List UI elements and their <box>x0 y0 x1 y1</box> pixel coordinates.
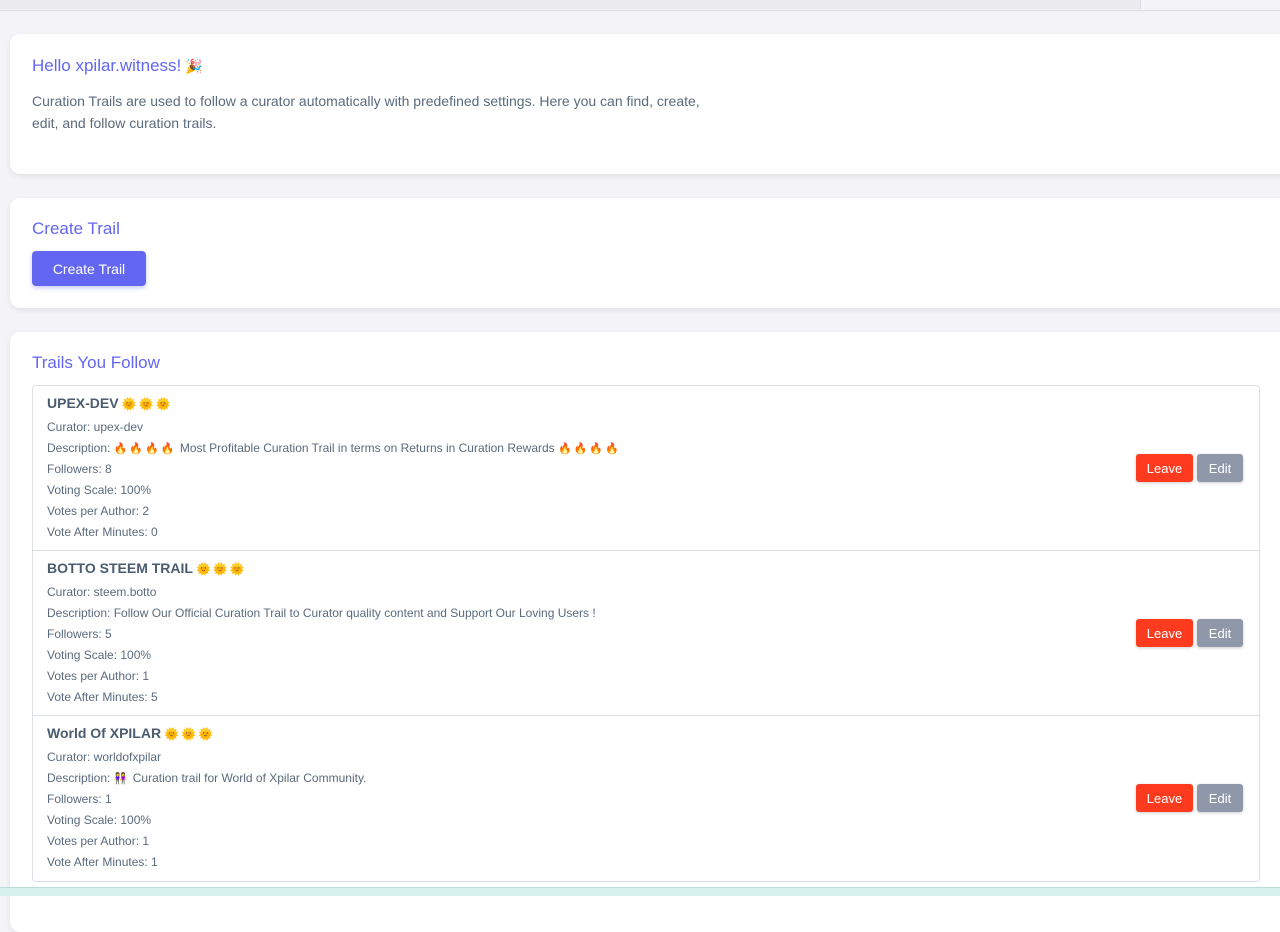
create-trail-button[interactable]: Create Trail <box>32 251 146 286</box>
trails-you-follow-card: Trails You Follow UPEX-DEV 🌞🌞🌞 Curator: u… <box>10 332 1280 932</box>
description-text: Follow Our Official Curation Trail to Cu… <box>113 606 596 620</box>
sun-badge-icons: 🌞🌞🌞 <box>121 397 173 411</box>
description-label: Description: <box>47 771 111 785</box>
welcome-heading: Hello xpilar.witness! 🎉 <box>32 56 203 76</box>
trail-item: BOTTO STEEM TRAIL 🌞🌞🌞 Curator: steem.bott… <box>33 551 1259 716</box>
trail-item: World Of XPILAR 🌞🌞🌞 Curator: worldofxpila… <box>33 716 1259 881</box>
trail-vote-after-minutes: Vote After Minutes: 5 <box>47 690 158 704</box>
leave-button[interactable]: Leave <box>1136 454 1193 482</box>
trails-you-follow-heading: Trails You Follow <box>32 353 160 372</box>
fire-icons: 🔥🔥🔥🔥 <box>113 443 177 455</box>
trail-votes-per-author: Votes per Author: 1 <box>47 834 150 848</box>
description-text: Curation trail for World of Xpilar Commu… <box>132 771 367 785</box>
sun-badge-icons: 🌞🌞🌞 <box>195 562 247 576</box>
trail-curator: Curator: steem.botto <box>47 585 157 599</box>
trail-description: Description: Follow Our Official Curatio… <box>47 606 596 620</box>
trail-followers: Followers: 5 <box>47 627 112 641</box>
trail-item: UPEX-DEV 🌞🌞🌞 Curator: upex-dev Descriptio… <box>33 386 1259 551</box>
welcome-card: Hello xpilar.witness! 🎉 Curation Trails a… <box>10 34 1280 174</box>
two-women-icon: 👭 <box>113 773 130 785</box>
trail-list: UPEX-DEV 🌞🌞🌞 Curator: upex-dev Descriptio… <box>32 385 1260 882</box>
trail-voting-scale: Voting Scale: 100% <box>47 813 152 827</box>
sun-badge-icons: 🌞🌞🌞 <box>164 727 215 741</box>
trail-name: BOTTO STEEM TRAIL 🌞🌞🌞 <box>47 560 247 576</box>
edit-button[interactable]: Edit <box>1197 784 1243 812</box>
trail-votes-per-author: Votes per Author: 2 <box>47 504 150 518</box>
edit-button[interactable]: Edit <box>1197 454 1243 482</box>
welcome-description: Curation Trails are used to follow a cur… <box>32 93 700 131</box>
trail-voting-scale: Voting Scale: 100% <box>47 648 152 662</box>
trail-vote-after-minutes: Vote After Minutes: 1 <box>47 855 158 869</box>
edit-button[interactable]: Edit <box>1197 619 1243 647</box>
create-trail-heading: Create Trail <box>32 219 120 238</box>
top-bar-search-area <box>0 0 1141 9</box>
leave-button[interactable]: Leave <box>1136 784 1193 812</box>
trail-description: Description: 🔥🔥🔥🔥 Most Profitable Curati… <box>47 441 621 455</box>
trail-name-text: BOTTO STEEM TRAIL <box>47 560 193 576</box>
trail-voting-scale: Voting Scale: 100% <box>47 483 152 497</box>
trail-votes-per-author: Votes per Author: 1 <box>47 669 150 683</box>
trail-name-text: UPEX-DEV <box>47 395 119 411</box>
party-popper-icon: 🎉 <box>185 58 203 74</box>
trail-vote-after-minutes: Vote After Minutes: 0 <box>47 525 158 539</box>
trail-name: UPEX-DEV 🌞🌞🌞 <box>47 395 172 411</box>
trail-followers: Followers: 1 <box>47 792 112 806</box>
top-bar <box>0 0 1280 11</box>
leave-button[interactable]: Leave <box>1136 619 1193 647</box>
trail-description: Description: 👭 Curation trail for World … <box>47 771 366 785</box>
create-trail-card: Create Trail Create Trail <box>10 198 1280 308</box>
trail-curator: Curator: worldofxpilar <box>47 750 162 764</box>
trail-name-text: World Of XPILAR <box>47 725 162 741</box>
fire-icons: 🔥🔥🔥🔥 <box>558 443 621 455</box>
trail-followers: Followers: 8 <box>47 462 112 476</box>
description-text: Most Profitable Curation Trail in terms … <box>179 441 555 455</box>
welcome-title: Hello xpilar.witness! <box>32 56 182 75</box>
description-label: Description: <box>47 441 111 455</box>
description-label: Description: <box>47 606 111 620</box>
trail-name: World Of XPILAR 🌞🌞🌞 <box>47 725 215 741</box>
trail-curator: Curator: upex-dev <box>47 420 144 434</box>
